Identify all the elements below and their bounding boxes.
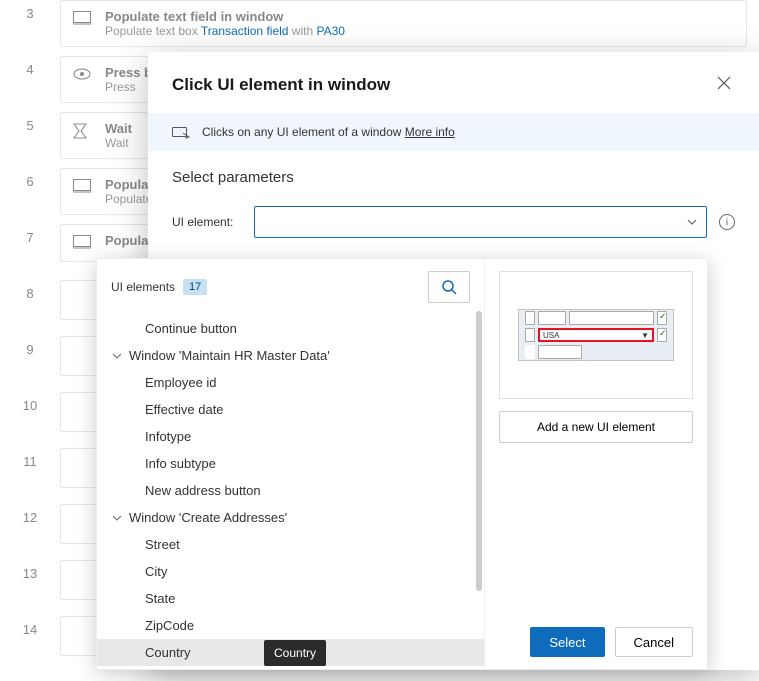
step-number: 4 (0, 56, 60, 77)
tree-item[interactable]: New address button (97, 477, 484, 504)
step-number: 9 (0, 336, 60, 357)
tree-item[interactable]: Continue button (97, 315, 484, 342)
ui-element-dropdown: UI elements 17 Continue buttonWindow 'Ma… (96, 258, 708, 670)
search-icon (441, 279, 457, 295)
tree-item[interactable]: Save button (97, 666, 484, 669)
tree-item[interactable]: Employee id (97, 369, 484, 396)
ui-element-label: UI element: (172, 215, 242, 229)
step-icon (73, 11, 91, 29)
step-icon (73, 67, 91, 85)
tree-item[interactable]: State (97, 585, 484, 612)
step-number: 12 (0, 504, 60, 525)
tree-group[interactable]: Window 'Maintain HR Master Data' (97, 342, 484, 369)
ui-elements-header: UI elements (111, 280, 175, 294)
step-number: 13 (0, 560, 60, 581)
tree-item[interactable]: ZipCode (97, 612, 484, 639)
info-bar: Clicks on any UI element of a window Mor… (148, 113, 759, 151)
step-number: 8 (0, 280, 60, 301)
tooltip: Country (264, 640, 326, 666)
ui-elements-count: 17 (183, 279, 207, 295)
step-number: 3 (0, 0, 60, 21)
chevron-down-icon (112, 351, 122, 361)
info-icon[interactable]: i (719, 214, 735, 230)
step-number: 14 (0, 616, 60, 637)
chevron-down-icon (112, 513, 122, 523)
close-button[interactable] (713, 72, 735, 97)
step-icon (73, 123, 91, 141)
step-number: 5 (0, 112, 60, 133)
search-button[interactable] (428, 271, 470, 303)
ui-element-tree: Continue buttonWindow 'Maintain HR Maste… (97, 315, 484, 669)
step-icon (73, 179, 91, 197)
click-icon (172, 125, 190, 139)
more-info-link[interactable]: More info (405, 125, 455, 139)
cancel-button[interactable]: Cancel (615, 627, 693, 657)
tree-group[interactable]: Window 'Create Addresses' (97, 504, 484, 531)
ui-element-select[interactable] (254, 206, 707, 238)
tree-item[interactable]: City (97, 558, 484, 585)
step-number: 10 (0, 392, 60, 413)
step-subtitle: Populate text box Transaction field with… (105, 24, 734, 38)
section-select-parameters: Select parameters (172, 169, 735, 186)
step-title: Populate text field in window (105, 9, 734, 24)
add-ui-element-button[interactable]: Add a new UI element (499, 411, 693, 443)
step-number: 7 (0, 224, 60, 245)
element-preview: ✓ USA▼ ✓ (499, 271, 693, 399)
close-icon (717, 76, 731, 90)
modal-title: Click UI element in window (172, 75, 390, 95)
select-button[interactable]: Select (530, 627, 604, 657)
flow-step[interactable]: 3 Populate text field in window Populate… (0, 0, 759, 56)
scrollbar[interactable] (476, 311, 482, 591)
tree-item[interactable]: Infotype (97, 423, 484, 450)
tree-item[interactable]: Street (97, 531, 484, 558)
step-number: 6 (0, 168, 60, 189)
step-icon (73, 235, 91, 253)
tree-item[interactable]: Info subtype (97, 450, 484, 477)
step-number: 11 (0, 448, 60, 469)
tree-item[interactable]: Effective date (97, 396, 484, 423)
chevron-down-icon (686, 216, 698, 228)
